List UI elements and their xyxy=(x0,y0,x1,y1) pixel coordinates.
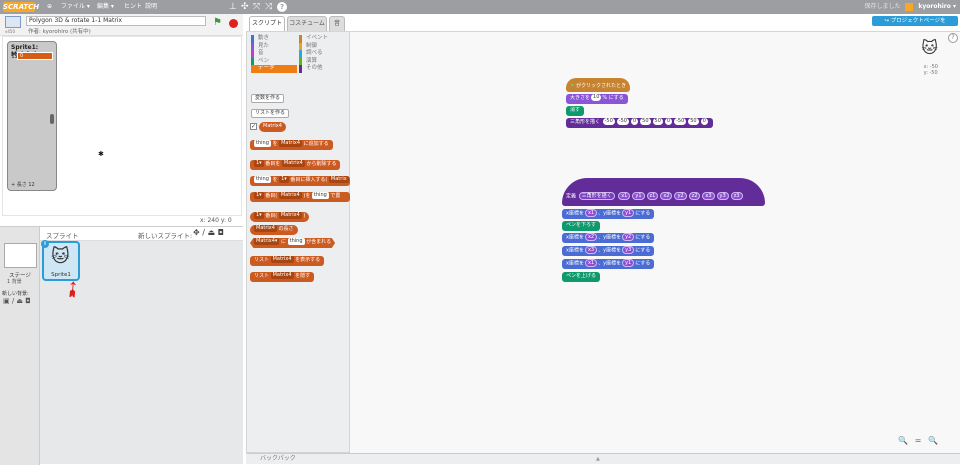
sprite-header: スプライト 新しいスプライト: ✥ / ⏏ ◘ xyxy=(40,227,243,241)
list-contains-block[interactable]: Matrix4▾ に thing が含まれる xyxy=(250,238,336,248)
red-annotation-arrow: ➹ xyxy=(57,274,88,306)
tips-menu[interactable]: ヒント xyxy=(124,0,142,14)
length-of-list-reporter[interactable]: Matrix4 の長さ xyxy=(250,225,298,235)
new-backdrop-label: 新しい背景: xyxy=(2,291,29,297)
delete-icon[interactable]: ✣ xyxy=(241,1,249,13)
script-area[interactable]: 🐱 x: -50 y: -50 ⚑ がクリックされたとき 大きさを 10% にする… xyxy=(350,31,960,453)
language-globe-icon[interactable]: ⊕ xyxy=(47,0,52,14)
category-looks[interactable]: 見た xyxy=(251,42,297,50)
draw-triangle-call-block[interactable]: 三角形を描く -50 -50 0 50 50 0 -50 50 0 xyxy=(566,118,713,128)
sprite-tile-sprite1[interactable]: i 🐱 Sprite1 xyxy=(41,240,80,281)
category-column-left: 動き 見た 音 ペン データ xyxy=(251,35,297,73)
sprite-xy-readout: x: -50 y: -50 xyxy=(923,64,938,76)
tab-sounds[interactable]: 音 xyxy=(329,16,345,31)
category-control[interactable]: 制御 xyxy=(299,42,345,50)
show-list-block[interactable]: リスト Matrix4 を表示する xyxy=(250,256,325,266)
set-size-block[interactable]: 大きさを 10% にする xyxy=(566,94,628,104)
item-of-list-reporter[interactable]: 1▾ 番目( Matrix4 ) xyxy=(250,212,310,222)
watcher-scrollbar[interactable] xyxy=(50,114,54,124)
menu-bar: SCRATCH ⊕ ファイル ▾ 編集 ▾ ヒント 説明 ⊥ ✣ ⤧ ⤨ ? 保… xyxy=(0,0,960,14)
insert-into-list-block[interactable]: thing を 1▾ 番目に挿入する( Matrix xyxy=(250,176,350,186)
new-sprite-icons[interactable]: ✥ / ⏏ ◘ xyxy=(193,228,224,237)
stage[interactable]: Sprite1: Matrix4 12 0 + 長さ 12 ✱ xyxy=(2,36,242,216)
edit-menu[interactable]: 編集 ▾ xyxy=(97,0,114,14)
author-label: 作者: kyorohiro (共有中) xyxy=(28,29,91,35)
cat-sprite-icon: 🐱 xyxy=(51,246,70,267)
stage-coordinates: x: 240 y: 0 xyxy=(200,217,232,224)
current-sprite-icon: 🐱 xyxy=(921,38,938,57)
block-help-icon[interactable]: ? xyxy=(277,2,287,12)
pen-clear-block[interactable]: 消す xyxy=(566,106,585,116)
info-icon[interactable]: i xyxy=(41,240,49,248)
add-to-list-block[interactable]: thing を Matrix4 に追加する xyxy=(250,140,333,150)
user-menu[interactable]: kyorohiro ▾ xyxy=(918,3,956,10)
tab-costumes[interactable]: コスチューム xyxy=(287,16,327,31)
stop-icon[interactable] xyxy=(229,19,238,28)
category-sensing[interactable]: 調べる xyxy=(299,50,345,58)
pen-down-block[interactable]: ペンを下ろす xyxy=(562,221,601,231)
delete-from-list-block[interactable]: 1▾ 番目を Matrix4 から削除する xyxy=(250,160,341,170)
category-column-right: イベント 制御 調べる 演算 その他 xyxy=(299,35,345,73)
project-title-input[interactable]: Polygon 3D & rotate 1-1 Matrix xyxy=(26,16,206,26)
account-area: 保存しました kyorohiro ▾ xyxy=(865,0,956,14)
save-status: 保存しました xyxy=(864,3,901,10)
pen-dot: ✱ xyxy=(98,150,104,158)
list-watcher[interactable]: Sprite1: Matrix4 12 0 + 長さ 12 xyxy=(7,41,57,191)
category-sound[interactable]: 音 xyxy=(251,50,297,58)
make-list-button[interactable]: リストを作る xyxy=(251,109,290,118)
editor-tabs: スクリプト コスチューム 音 xyxy=(243,14,353,31)
go-to-xy-block-4[interactable]: x座標を x1 、y座標を y1 にする xyxy=(562,259,655,269)
pen-up-block[interactable]: ペンを上げる xyxy=(562,272,601,282)
green-flag-icon[interactable]: ⚑ xyxy=(213,17,222,28)
stage-header: v450 Polygon 3D & rotate 1-1 Matrix 作者: … xyxy=(0,14,243,36)
avatar[interactable] xyxy=(905,2,914,11)
project-page-button[interactable]: ↪ プロジェクトページを xyxy=(872,16,958,26)
category-data[interactable]: データ xyxy=(251,65,297,73)
category-pen[interactable]: ペン xyxy=(251,57,297,65)
go-to-xy-block-1[interactable]: x座標を x1 、y座標を y1 にする xyxy=(562,209,655,219)
grow-icon[interactable]: ⤧ xyxy=(253,1,260,13)
backpack-expand-icon[interactable]: ▲ xyxy=(596,454,600,464)
presentation-mode-icon[interactable] xyxy=(5,16,21,28)
new-backdrop-icons[interactable]: ▣ / ⏏ ◘ xyxy=(3,297,31,305)
stage-backdrop-count: 1 背景 xyxy=(7,279,22,285)
about-menu[interactable]: 説明 xyxy=(145,0,157,14)
make-variable-button[interactable]: 変数を作る xyxy=(251,94,285,103)
watcher-footer: + 長さ 12 xyxy=(11,182,35,188)
list-reporter-block[interactable]: Matrix4 xyxy=(259,122,286,132)
hide-list-block[interactable]: リスト Matrix4 を隠す xyxy=(250,272,315,282)
category-events[interactable]: イベント xyxy=(299,35,345,43)
sprite-pane: ステージ 1 背景 新しい背景: ▣ / ⏏ ◘ スプライト 新しいスプライト:… xyxy=(0,226,243,465)
sprites-label: スプライト xyxy=(46,232,79,240)
scratch-logo[interactable]: SCRATCH xyxy=(3,2,39,12)
version-label: v450 xyxy=(5,29,16,34)
stage-thumbnail[interactable] xyxy=(4,243,37,268)
backpack-bar[interactable]: バックパック ▲ xyxy=(246,453,960,464)
go-to-xy-block-3[interactable]: x座標を x3 、y座標を y3 にする xyxy=(562,246,655,256)
watcher-cell[interactable]: 0 xyxy=(17,52,53,60)
duplicate-icon[interactable]: ⊥ xyxy=(229,1,237,13)
list-checkbox[interactable]: ✓ xyxy=(250,123,257,130)
category-operators[interactable]: 演算 xyxy=(299,57,345,65)
new-sprite-label: 新しいスプライト: xyxy=(138,232,193,240)
green-flag-icon: ⚑ xyxy=(570,83,575,89)
when-flag-clicked-block[interactable]: ⚑ がクリックされたとき xyxy=(566,78,631,92)
shrink-icon[interactable]: ⤨ xyxy=(265,1,272,13)
go-to-xy-block-2[interactable]: x座標を x2 、y座標を y2 にする xyxy=(562,233,655,243)
replace-item-block[interactable]: 1▾ 番目( Matrix4 )を thing で置 xyxy=(250,192,350,202)
file-menu[interactable]: ファイル ▾ xyxy=(61,0,90,14)
category-motion[interactable]: 動き xyxy=(251,35,297,43)
zoom-controls[interactable]: 🔍 = 🔍 xyxy=(898,436,940,445)
block-palette: 動き 見た 音 ペン データ イベント 制御 調べる 演算 その他 変数を作る … xyxy=(246,31,350,453)
stage-column: ステージ 1 背景 新しい背景: ▣ / ⏏ ◘ xyxy=(0,227,40,465)
help-icon[interactable]: ? xyxy=(948,33,958,43)
category-more-blocks[interactable]: その他 xyxy=(299,65,345,73)
define-block[interactable]: 定義 三角形を描く x1 y1 z1 x2 y2 z2 x3 y3 z3 xyxy=(562,178,765,206)
